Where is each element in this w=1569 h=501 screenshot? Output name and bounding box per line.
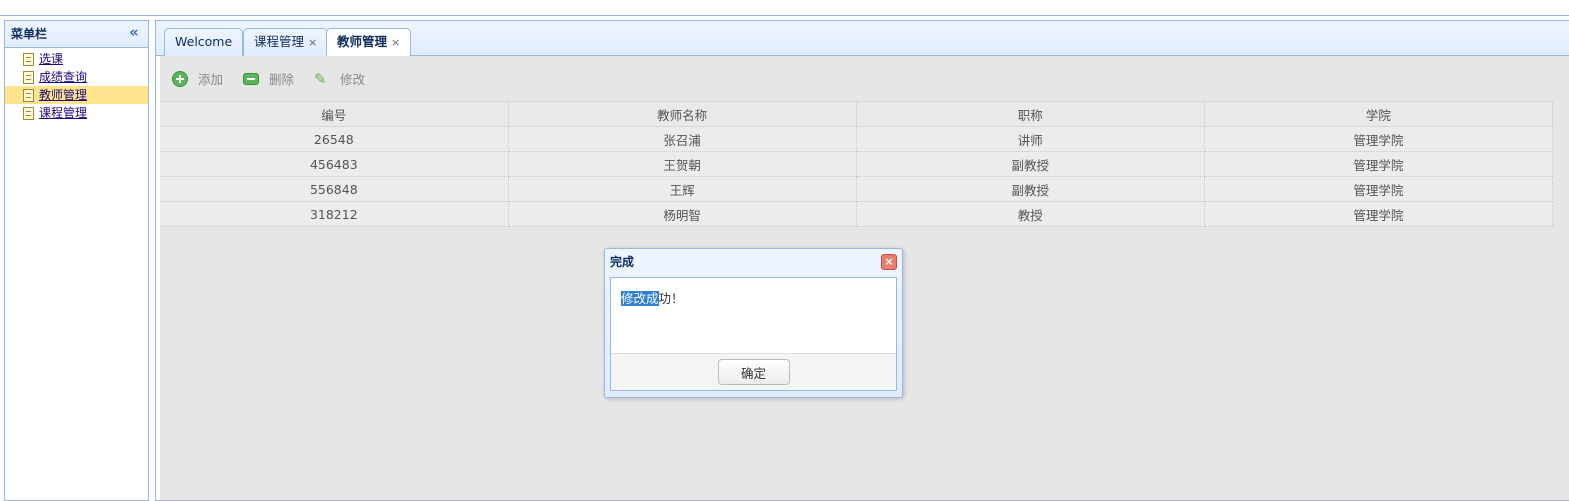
dialog-header: 完成 × bbox=[605, 249, 902, 276]
table-cell: 杨明智 bbox=[508, 201, 857, 227]
close-icon[interactable]: × bbox=[308, 36, 317, 49]
tab-bar: Welcome 课程管理 × 教师管理 × bbox=[156, 21, 1569, 57]
dialog-footer: 确定 bbox=[611, 353, 896, 390]
sidebar-item-label[interactable]: 成绩查询 bbox=[39, 68, 87, 86]
sidebar-menu: 选课 成绩查询 教师管理 课程管理 bbox=[5, 48, 148, 122]
table-cell: 26548 bbox=[160, 126, 509, 152]
pencil-icon: ✎ bbox=[314, 69, 327, 88]
column-header-college[interactable]: 学院 bbox=[1204, 101, 1554, 127]
table-cell: 王贺朝 bbox=[508, 151, 857, 177]
sidebar-item-teacher-management[interactable]: 教师管理 bbox=[5, 86, 148, 104]
ok-button[interactable]: 确定 bbox=[717, 359, 790, 385]
add-button[interactable]: 添加 bbox=[172, 69, 223, 88]
toolbar: 添加 删除 ✎ 修改 bbox=[160, 56, 1569, 101]
table-cell: 管理学院 bbox=[1204, 126, 1554, 152]
add-icon bbox=[172, 70, 188, 87]
column-header-name[interactable]: 教师名称 bbox=[508, 101, 857, 127]
table-cell: 王辉 bbox=[508, 176, 857, 202]
tab-teacher-management[interactable]: 教师管理 × bbox=[326, 28, 412, 57]
document-icon bbox=[23, 106, 34, 120]
dialog-body: 修改成功！ 确定 bbox=[610, 277, 897, 391]
document-icon bbox=[23, 52, 34, 66]
edit-button-label: 修改 bbox=[340, 72, 366, 87]
table-cell: 管理学院 bbox=[1204, 201, 1554, 227]
delete-button[interactable]: 删除 bbox=[243, 69, 294, 88]
table-cell: 副教授 bbox=[856, 176, 1205, 202]
selected-text: 修改成 bbox=[621, 291, 659, 306]
table-cell: 副教授 bbox=[856, 151, 1205, 177]
teacher-table: 编号 教师名称 职称 学院 26548 张召浦 讲师 管理学院 456483 王… bbox=[160, 101, 1554, 227]
dialog-title: 完成 bbox=[610, 255, 635, 269]
close-icon[interactable]: × bbox=[391, 36, 400, 49]
tab-label: 教师管理 bbox=[337, 34, 388, 49]
document-icon bbox=[23, 88, 34, 102]
add-button-label: 添加 bbox=[198, 72, 224, 87]
sidebar-item-label[interactable]: 课程管理 bbox=[39, 104, 87, 122]
table-cell: 556848 bbox=[160, 176, 509, 202]
collapse-icon[interactable]: « bbox=[126, 25, 142, 41]
table-row[interactable]: 456483 王贺朝 副教授 管理学院 bbox=[160, 151, 1554, 177]
tab-welcome[interactable]: Welcome bbox=[164, 28, 244, 56]
table-cell: 管理学院 bbox=[1204, 176, 1554, 202]
message-dialog: 完成 × 修改成功！ 确定 bbox=[604, 248, 903, 398]
table-cell: 456483 bbox=[160, 151, 509, 177]
table-header-row: 编号 教师名称 职称 学院 bbox=[160, 101, 1554, 127]
table-row[interactable]: 318212 杨明智 教授 管理学院 bbox=[160, 201, 1554, 227]
sidebar-panel: 菜单栏 « 选课 成绩查询 教师管理 课程管理 bbox=[4, 20, 149, 501]
table-cell: 讲师 bbox=[856, 126, 1205, 152]
sidebar-title: 菜单栏 bbox=[11, 27, 48, 41]
tab-course-management[interactable]: 课程管理 × bbox=[243, 28, 329, 56]
message-text: 功！ bbox=[658, 291, 684, 306]
delete-button-label: 删除 bbox=[269, 72, 295, 87]
table-cell: 318212 bbox=[160, 201, 509, 227]
sidebar-item-label[interactable]: 选课 bbox=[39, 50, 63, 68]
sidebar-header: 菜单栏 « bbox=[5, 21, 148, 48]
tab-label: 课程管理 bbox=[254, 34, 305, 49]
sidebar-item-select-course[interactable]: 选课 bbox=[5, 50, 148, 68]
table-cell: 张召浦 bbox=[508, 126, 857, 152]
table-cell: 管理学院 bbox=[1204, 151, 1554, 177]
dialog-message: 修改成功！ bbox=[611, 278, 896, 355]
sidebar-item-label[interactable]: 教师管理 bbox=[39, 86, 87, 104]
table-cell: 教授 bbox=[856, 201, 1205, 227]
document-icon bbox=[23, 70, 34, 84]
sidebar-item-course-management[interactable]: 课程管理 bbox=[5, 104, 148, 122]
column-header-title[interactable]: 职称 bbox=[856, 101, 1205, 127]
table-row[interactable]: 556848 王辉 副教授 管理学院 bbox=[160, 176, 1554, 202]
tab-label: Welcome bbox=[175, 34, 233, 49]
top-banner bbox=[0, 0, 1569, 16]
close-icon[interactable]: × bbox=[881, 254, 897, 270]
remove-icon bbox=[243, 72, 260, 85]
edit-button[interactable]: ✎ 修改 bbox=[314, 69, 365, 88]
table-row[interactable]: 26548 张召浦 讲师 管理学院 bbox=[160, 126, 1554, 152]
column-header-id[interactable]: 编号 bbox=[160, 101, 509, 127]
sidebar-item-grade-query[interactable]: 成绩查询 bbox=[5, 68, 148, 86]
